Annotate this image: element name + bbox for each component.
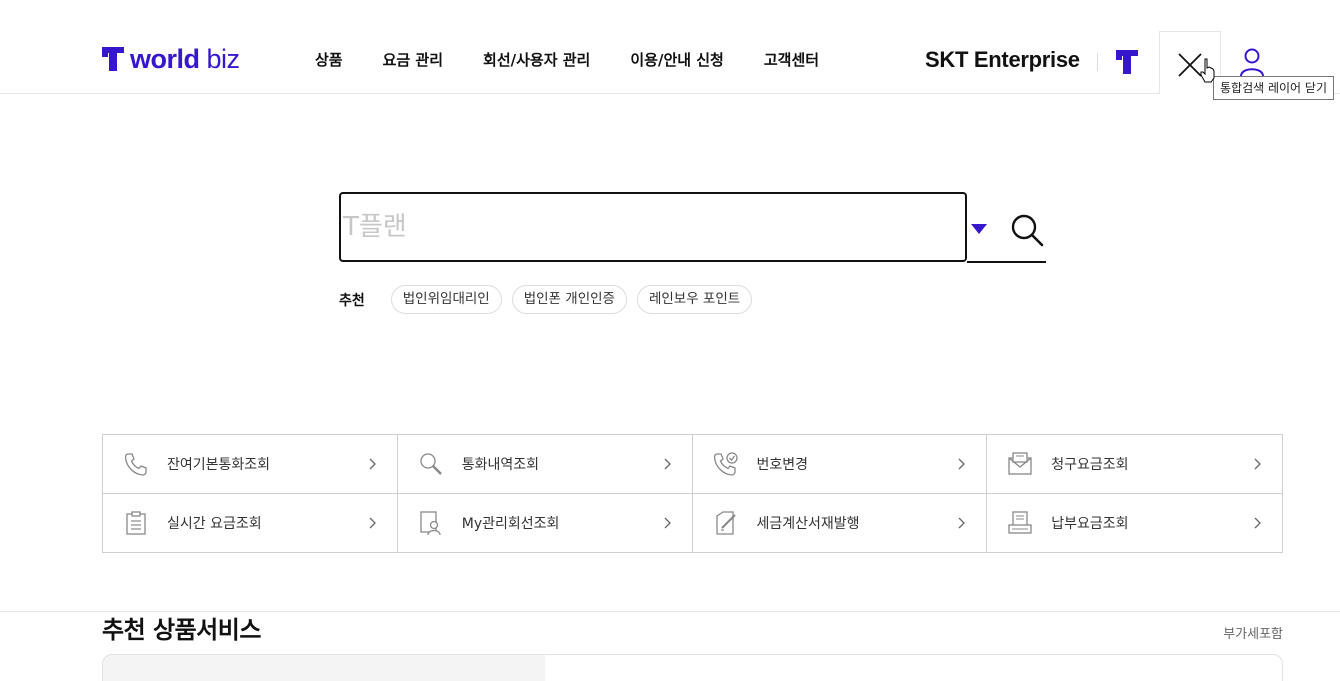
quick-menu-label: 잔여기본통화조회 xyxy=(167,456,271,473)
quick-menu-label: 번호변경 xyxy=(756,456,809,473)
page: world biz 상품 요금 관리 회선/사용자 관리 이용/안내 신청 고객… xyxy=(0,0,1340,681)
skt-enterprise-link[interactable]: SKT Enterprise xyxy=(925,47,1080,73)
logo-text: world xyxy=(130,43,200,74)
quick-menu-item[interactable]: 통화내역조회 xyxy=(397,435,693,494)
search-underline xyxy=(967,261,1046,263)
clipboard-icon xyxy=(126,511,146,535)
search-input[interactable] xyxy=(339,192,967,262)
keyword-chip[interactable]: 레인보우 포인트 xyxy=(636,285,753,314)
chevron-right-icon xyxy=(369,458,376,470)
user-document-icon xyxy=(420,511,441,535)
nav-item-products[interactable]: 상품 xyxy=(315,50,343,70)
envelope-icon xyxy=(1008,452,1032,475)
chevron-right-icon xyxy=(958,517,966,529)
recommend-label: 추천 xyxy=(339,292,365,309)
document-edit-icon xyxy=(715,511,736,535)
quick-menu-item[interactable]: 청구요금조회 xyxy=(987,435,1282,494)
quick-menu-label: 청구요금조회 xyxy=(1051,456,1129,473)
chevron-right-icon xyxy=(958,458,966,470)
mouse-pointer-icon xyxy=(1200,58,1215,83)
quick-menu-item[interactable]: My관리회선조회 xyxy=(398,493,693,552)
quick-menu-label: 통화내역조회 xyxy=(461,456,540,473)
chevron-right-icon xyxy=(664,517,671,529)
nav-item-usage-apply[interactable]: 이용/안내 신청 xyxy=(630,50,724,70)
search-icon[interactable] xyxy=(1009,212,1045,248)
magnifier-icon xyxy=(420,453,442,475)
quick-menu-label: 납부요금조회 xyxy=(1051,515,1129,532)
nav-item-lines-users[interactable]: 회선/사용자 관리 xyxy=(483,50,590,70)
vat-included-note: 부가세포함 xyxy=(1223,627,1283,642)
chevron-right-icon xyxy=(1254,517,1261,529)
phone-check-icon xyxy=(713,452,738,476)
chevron-right-icon xyxy=(1254,458,1261,470)
keyword-chip[interactable]: 법인폰 개인인증 xyxy=(511,285,627,314)
recommended-keywords: 추천 법인위임대리인 법인폰 개인인증 레인보우 포인트 xyxy=(339,285,762,314)
tworld-icon[interactable] xyxy=(1116,50,1138,74)
nav-item-billing[interactable]: 요금 관리 xyxy=(383,50,443,70)
quick-menu-label: 세금계산서재발행 xyxy=(756,515,860,532)
quick-menu: 잔여기본통화조회 통화내역조회 번호변경 청구요금조회 실시간 요금조회 My관… xyxy=(102,434,1283,553)
header-divider xyxy=(1097,53,1098,71)
quick-menu-item[interactable]: 번호변경 xyxy=(692,435,988,494)
user-icon[interactable] xyxy=(1239,47,1265,77)
product-card[interactable] xyxy=(102,654,1283,681)
quick-menu-item[interactable]: 납부요금조회 xyxy=(987,494,1282,553)
printer-icon xyxy=(1008,511,1032,534)
phone-icon xyxy=(124,453,147,476)
quick-menu-label: My관리회선조회 xyxy=(461,515,560,532)
nav-item-customer-center[interactable]: 고객센터 xyxy=(764,50,819,70)
product-card-image-area xyxy=(103,655,545,681)
header: world biz 상품 요금 관리 회선/사용자 관리 이용/안내 신청 고객… xyxy=(0,0,1340,94)
tworld-biz-logo[interactable]: world biz xyxy=(102,44,240,74)
search-area xyxy=(339,192,1046,264)
chevron-right-icon xyxy=(369,517,376,529)
t-logo-icon xyxy=(102,47,124,71)
chevron-right-icon xyxy=(664,458,671,470)
dropdown-triangle-icon[interactable] xyxy=(971,224,987,234)
quick-menu-label: 실시간 요금조회 xyxy=(167,515,262,532)
close-tooltip: 통합검색 레이어 닫기 xyxy=(1213,76,1334,100)
logo-suffix: biz xyxy=(206,43,241,74)
keyword-chip[interactable]: 법인위임대리인 xyxy=(390,285,502,314)
main-nav: 상품 요금 관리 회선/사용자 관리 이용/안내 신청 고객센터 xyxy=(315,50,859,70)
quick-menu-item[interactable]: 잔여기본통화조회 xyxy=(103,435,398,494)
section-title: 추천 상품서비스 xyxy=(102,616,261,644)
quick-menu-item[interactable]: 실시간 요금조회 xyxy=(103,493,398,552)
quick-menu-item[interactable]: 세금계산서재발행 xyxy=(693,493,988,552)
